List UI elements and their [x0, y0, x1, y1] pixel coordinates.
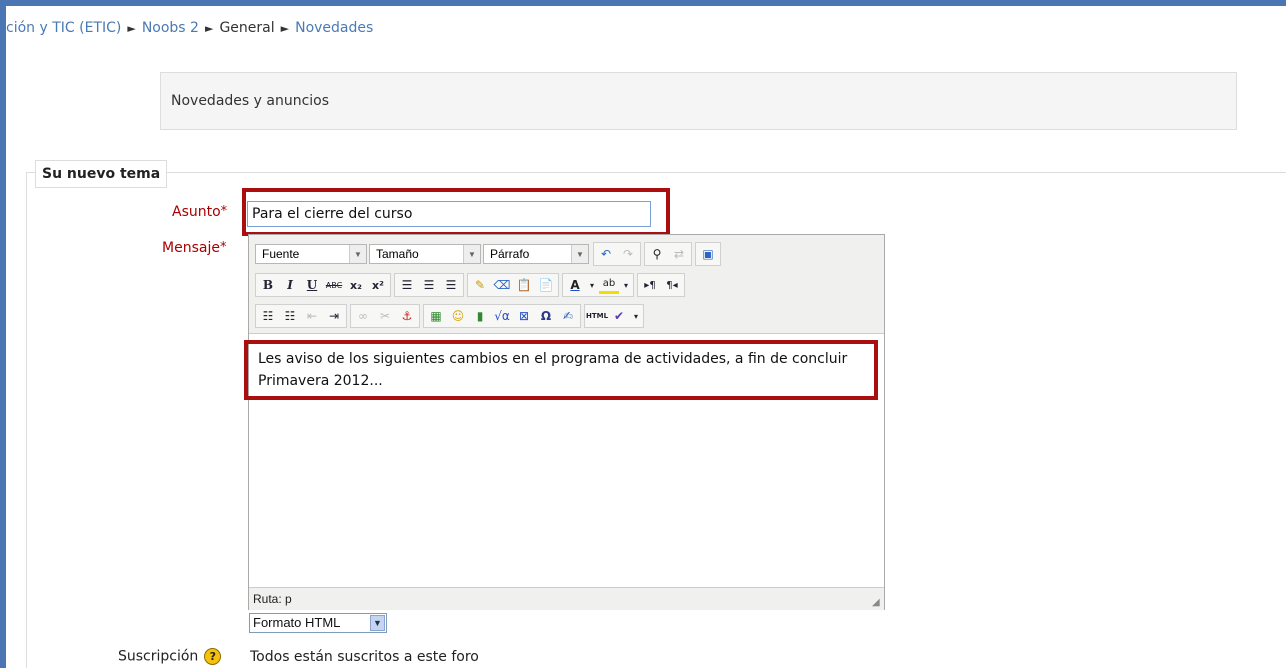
- fieldset-legend: Su nuevo tema: [35, 160, 168, 188]
- chevron-down-icon[interactable]: ▾: [587, 275, 597, 295]
- size-select-label: Tamaño: [376, 247, 419, 261]
- message-label: Mensaje*: [162, 240, 226, 256]
- image-icon[interactable]: ▦: [426, 306, 446, 326]
- chevron-down-icon: ▼: [370, 615, 385, 631]
- italic-icon[interactable]: I: [280, 275, 300, 295]
- html-source-icon[interactable]: HTML: [586, 306, 608, 326]
- subscription-label: Suscripción?: [118, 648, 222, 665]
- breadcrumb-course[interactable]: Noobs 2: [142, 20, 199, 36]
- chevron-down-icon: ▼: [463, 245, 480, 263]
- special-char-icon[interactable]: Ω: [536, 306, 556, 326]
- breadcrumb-separator: ►: [280, 22, 290, 35]
- subscription-value: Todos están suscritos a este foro: [250, 649, 479, 665]
- paste-word-icon[interactable]: 📄: [536, 275, 556, 295]
- page: ción y TIC (ETIC) ► Noobs 2 ► General ► Noveda…: [6, 6, 1286, 668]
- strikethrough-icon[interactable]: ABC: [324, 275, 344, 295]
- replace-icon[interactable]: ⇄: [669, 244, 689, 264]
- chevron-down-icon: ▼: [349, 245, 366, 263]
- subject-label: Asunto*: [172, 204, 227, 220]
- toolbar-row-1: Fuente ▼ Tamaño ▼ Párrafo ▼ ↶ ↷ ⚲ ⇄ ▣: [255, 242, 724, 266]
- outdent-icon[interactable]: ⇤: [302, 306, 322, 326]
- rtl-icon[interactable]: ¶◂: [662, 275, 682, 295]
- fullscreen-icon[interactable]: ▣: [698, 244, 718, 264]
- equation-icon[interactable]: √α: [492, 306, 512, 326]
- history-group: ↶ ↷: [593, 242, 641, 266]
- subject-input[interactable]: [247, 201, 651, 227]
- format-select[interactable]: Formato HTML ▼: [249, 613, 387, 633]
- breadcrumb-course-category[interactable]: ción y TIC (ETIC): [6, 20, 121, 36]
- forum-intro-box: Novedades y anuncios: [160, 72, 1237, 130]
- align-right-icon[interactable]: ☰: [441, 275, 461, 295]
- link-group: ∞ ✂ ⚓: [350, 304, 420, 328]
- subscription-label-text: Suscripción: [118, 648, 199, 665]
- font-select[interactable]: Fuente ▼: [255, 244, 367, 264]
- chevron-down-icon[interactable]: ▾: [631, 306, 641, 326]
- resize-handle-icon[interactable]: ◢: [872, 598, 882, 608]
- undo-icon[interactable]: ↶: [596, 244, 616, 264]
- subject-label-text: Asunto: [172, 204, 221, 220]
- eraser-icon[interactable]: ⌫: [492, 275, 512, 295]
- format-group: B I U ABC x₂ x²: [255, 273, 391, 297]
- code-group: HTML ✔ ▾: [584, 304, 644, 328]
- underline-icon[interactable]: U: [302, 275, 322, 295]
- breadcrumb: ción y TIC (ETIC) ► Noobs 2 ► General ► Noveda…: [6, 20, 373, 36]
- text-color-icon[interactable]: A: [565, 275, 585, 295]
- required-mark: *: [220, 204, 228, 219]
- redo-icon[interactable]: ↷: [618, 244, 638, 264]
- insert-group: ▦ ☺ ▮ √α ⊠ Ω ✍: [423, 304, 581, 328]
- media-icon[interactable]: ▮: [470, 306, 490, 326]
- ltr-icon[interactable]: ▸¶: [640, 275, 660, 295]
- numbered-list-icon[interactable]: ☷: [280, 306, 300, 326]
- bold-icon[interactable]: B: [258, 275, 278, 295]
- link-icon[interactable]: ∞: [353, 306, 373, 326]
- breadcrumb-section: General: [219, 20, 275, 36]
- format-select-value: Formato HTML: [253, 615, 341, 630]
- toolbar-row-2: B I U ABC x₂ x² ☰ ☰ ☰ ✎ ⌫ 📋 📄 A ▾ ab ▾ ▸…: [255, 273, 688, 297]
- emoticon-icon[interactable]: ☺: [448, 306, 468, 326]
- color-group: A ▾ ab ▾: [562, 273, 634, 297]
- editor-path: Ruta: p: [253, 592, 292, 606]
- fullscreen-group: ▣: [695, 242, 721, 266]
- message-label-text: Mensaje: [162, 240, 220, 256]
- edit-icon[interactable]: ✍: [558, 306, 578, 326]
- cleanup-icon[interactable]: ✎: [470, 275, 490, 295]
- align-left-icon[interactable]: ☰: [397, 275, 417, 295]
- breadcrumb-separator: ►: [204, 22, 214, 35]
- paragraph-select[interactable]: Párrafo ▼: [483, 244, 589, 264]
- paste-text-icon[interactable]: 📋: [514, 275, 534, 295]
- align-group: ☰ ☰ ☰: [394, 273, 464, 297]
- highlight-color-icon[interactable]: ab: [599, 277, 619, 294]
- unlink-icon[interactable]: ✂: [375, 306, 395, 326]
- search-group: ⚲ ⇄: [644, 242, 692, 266]
- find-icon[interactable]: ⚲: [647, 244, 667, 264]
- forum-intro-text: Novedades y anuncios: [171, 93, 330, 109]
- clipboard-group: ✎ ⌫ 📋 📄: [467, 273, 559, 297]
- help-icon[interactable]: ?: [204, 648, 222, 665]
- anchor-icon[interactable]: ⚓: [397, 306, 417, 326]
- indent-icon[interactable]: ⇥: [324, 306, 344, 326]
- editor-toolbar: Fuente ▼ Tamaño ▼ Párrafo ▼ ↶ ↷ ⚲ ⇄ ▣ B: [249, 235, 884, 334]
- toolbar-row-3: ☷ ☷ ⇤ ⇥ ∞ ✂ ⚓ ▦ ☺ ▮ √α ⊠ Ω ✍ HTML ✔ ▾: [255, 304, 647, 328]
- direction-group: ▸¶ ¶◂: [637, 273, 685, 297]
- nolink-icon[interactable]: ⊠: [514, 306, 534, 326]
- subscript-icon[interactable]: x₂: [346, 275, 366, 295]
- align-center-icon[interactable]: ☰: [419, 275, 439, 295]
- breadcrumb-separator: ►: [127, 22, 136, 35]
- html-editor: Fuente ▼ Tamaño ▼ Párrafo ▼ ↶ ↷ ⚲ ⇄ ▣ B: [248, 234, 885, 610]
- superscript-icon[interactable]: x²: [368, 275, 388, 295]
- chevron-down-icon: ▼: [571, 245, 588, 263]
- editor-statusbar: Ruta: p ◢: [249, 587, 884, 610]
- list-group: ☷ ☷ ⇤ ⇥: [255, 304, 347, 328]
- message-content[interactable]: Les aviso de los siguientes cambios en e…: [258, 348, 868, 392]
- paragraph-select-label: Párrafo: [490, 247, 530, 261]
- bullet-list-icon[interactable]: ☷: [258, 306, 278, 326]
- chevron-down-icon[interactable]: ▾: [621, 275, 631, 295]
- font-select-label: Fuente: [262, 247, 300, 261]
- breadcrumb-forum[interactable]: Novedades: [295, 20, 373, 36]
- size-select[interactable]: Tamaño ▼: [369, 244, 481, 264]
- required-mark: *: [219, 240, 227, 255]
- spellcheck-icon[interactable]: ✔: [609, 306, 629, 326]
